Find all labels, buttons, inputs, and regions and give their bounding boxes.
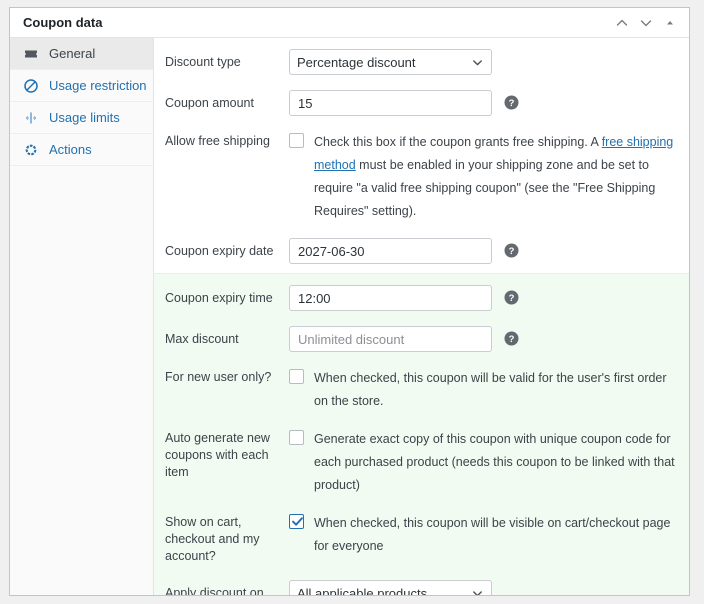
coupon-expiry-time-input[interactable] — [289, 285, 492, 311]
field-coupon-amount: Coupon amount ? — [154, 90, 689, 116]
auto-generate-coupons-label: Auto generate new coupons with each item — [165, 431, 270, 479]
block-icon — [22, 77, 40, 95]
sidebar-item-label: Usage limits — [49, 110, 120, 125]
field-for-new-user-only: For new user only? When checked, this co… — [154, 367, 689, 413]
chevron-up-icon — [616, 19, 628, 26]
apply-discount-on-label: Apply discount on — [165, 586, 264, 596]
auto-generate-coupons-description: Generate exact copy of this coupon with … — [314, 432, 675, 492]
coupon-expiry-date-input[interactable] — [289, 238, 492, 264]
coupon-data-panel: Coupon data General Usage restriction Us… — [9, 7, 690, 596]
show-on-cart-checkbox[interactable] — [289, 514, 304, 529]
for-new-user-only-label: For new user only? — [165, 370, 272, 384]
sidebar-item-label: Usage restriction — [49, 78, 147, 93]
toggle-panel-button[interactable] — [659, 12, 681, 34]
panel-header: Coupon data — [10, 8, 689, 38]
sidebar-item-label: General — [49, 46, 96, 61]
max-discount-input[interactable] — [289, 326, 492, 352]
help-icon[interactable]: ? — [504, 95, 520, 111]
move-up-button[interactable] — [611, 12, 633, 34]
help-icon[interactable]: ? — [504, 243, 520, 259]
show-on-cart-description: When checked, this coupon will be visibl… — [314, 516, 671, 553]
free-shipping-desc-after: must be enabled in your shipping zone an… — [314, 158, 656, 218]
for-new-user-only-checkbox[interactable] — [289, 369, 304, 384]
allow-free-shipping-checkbox[interactable] — [289, 133, 304, 148]
help-icon[interactable]: ? — [504, 290, 520, 306]
help-icon[interactable]: ? — [504, 331, 520, 347]
usage-limits-icon — [22, 109, 40, 127]
field-coupon-expiry-date: Coupon expiry date ? — [154, 238, 689, 264]
triangle-up-icon — [667, 20, 673, 24]
sidebar-item-general[interactable]: General — [10, 38, 153, 70]
coupon-general-form: Discount type Percentage discount Coupon… — [154, 38, 689, 595]
discount-type-select[interactable]: Percentage discount — [289, 49, 492, 75]
field-apply-discount-on: Apply discount on All applicable product… — [154, 580, 689, 596]
field-auto-generate-coupons: Auto generate new coupons with each item… — [154, 428, 689, 497]
svg-text:?: ? — [509, 98, 515, 109]
sidebar-item-actions[interactable]: Actions — [10, 134, 153, 166]
field-max-discount: Max discount ? — [154, 326, 689, 352]
auto-generate-coupons-checkbox[interactable] — [289, 430, 304, 445]
general-section: Discount type Percentage discount Coupon… — [154, 38, 689, 273]
panel-body: General Usage restriction Usage limits A… — [10, 38, 689, 595]
apply-discount-on-select[interactable]: All applicable products — [289, 580, 492, 595]
field-show-on-cart: Show on cart, checkout and my account? W… — [154, 512, 689, 565]
coupon-amount-input[interactable] — [289, 90, 492, 116]
coupon-expiry-time-label: Coupon expiry time — [165, 291, 273, 305]
field-coupon-expiry-time: Coupon expiry time ? — [154, 285, 689, 311]
svg-text:?: ? — [509, 246, 515, 257]
coupon-data-tabs: General Usage restriction Usage limits A… — [10, 38, 154, 595]
sidebar-item-label: Actions — [49, 142, 92, 157]
ticket-icon — [22, 45, 40, 63]
extended-options-section: Coupon expiry time ? Max discount — [154, 273, 689, 596]
show-on-cart-label: Show on cart, checkout and my account? — [165, 515, 260, 563]
field-allow-free-shipping: Allow free shipping Check this box if th… — [154, 131, 689, 223]
for-new-user-only-description: When checked, this coupon will be valid … — [314, 371, 667, 408]
sidebar-item-usage-restriction[interactable]: Usage restriction — [10, 70, 153, 102]
allow-free-shipping-label: Allow free shipping — [165, 134, 270, 148]
svg-text:?: ? — [509, 334, 515, 345]
gear-icon — [22, 141, 40, 159]
field-discount-type: Discount type Percentage discount — [154, 49, 689, 75]
sidebar-item-usage-limits[interactable]: Usage limits — [10, 102, 153, 134]
svg-text:?: ? — [509, 293, 515, 304]
page-title: Coupon data — [23, 15, 103, 30]
panel-header-controls — [611, 12, 681, 34]
allow-free-shipping-description: Check this box if the coupon grants free… — [314, 131, 675, 223]
move-down-button[interactable] — [635, 12, 657, 34]
checkmark-icon — [292, 517, 303, 526]
coupon-amount-label: Coupon amount — [165, 96, 254, 110]
free-shipping-desc-before: Check this box if the coupon grants free… — [314, 135, 602, 149]
coupon-expiry-date-label: Coupon expiry date — [165, 244, 274, 258]
max-discount-label: Max discount — [165, 332, 239, 346]
discount-type-label: Discount type — [165, 55, 241, 69]
chevron-down-icon — [640, 19, 652, 26]
